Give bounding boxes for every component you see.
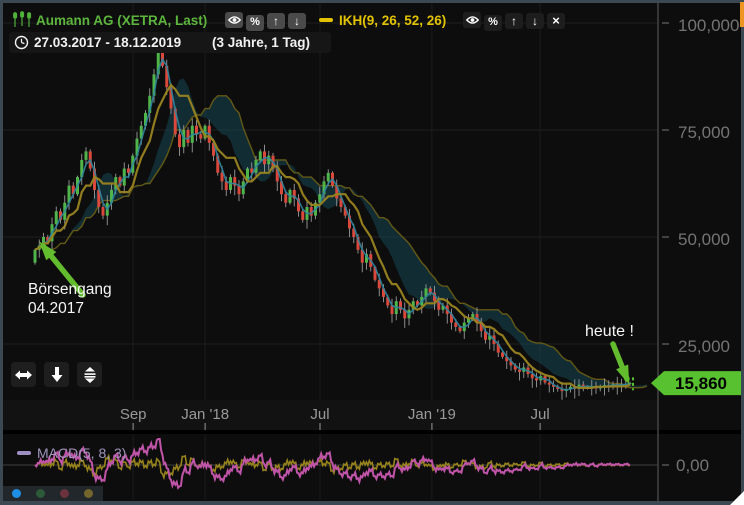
series-dot-1[interactable] [36, 489, 45, 498]
x-axis-label: Jan '18 [181, 406, 229, 423]
arrow-up-button[interactable]: ↑ [267, 13, 285, 29]
period-info: (3 Jahre, 1 Tag) [212, 35, 310, 50]
series-dot-2[interactable] [60, 489, 69, 498]
chart-window: 15,860 Aumann AG (XETRA, Last) %↑↓ IKH(9… [0, 0, 744, 505]
arrow-down-button[interactable]: ↓ [288, 13, 306, 29]
indicator-button-group: %↑↓× [463, 12, 568, 31]
x-axis-label: Jul [531, 406, 550, 423]
macd-label: MACD(5, 8, 3) [37, 445, 126, 461]
svg-text:15,860: 15,860 [675, 374, 727, 393]
series-color-dots [3, 486, 103, 501]
eye-button[interactable] [225, 12, 243, 28]
x-axis-label: Jul [310, 406, 329, 423]
arrow-up-button[interactable]: ↑ [505, 13, 523, 29]
y-axis-label: 25,000 [678, 337, 730, 357]
macd-zero-label: 0,00 [676, 456, 709, 476]
x-axis-label: Sep [120, 406, 147, 423]
move-down-button[interactable] [44, 362, 69, 387]
ipo-annotation-line2: 04.2017 [28, 300, 84, 318]
date-range: 27.03.2017 - 18.12.2019 [34, 35, 181, 50]
indicator-title: IKH(9, 26, 52, 26) [339, 13, 446, 28]
chart-canvas[interactable]: 15,860 [3, 3, 741, 501]
fit-vertical-button[interactable] [77, 362, 102, 387]
y-axis-label: 100,000 [678, 16, 739, 36]
x-axis-label: Jan '19 [408, 406, 456, 423]
indicator-swatch [319, 18, 333, 22]
expand-horizontal-button[interactable] [11, 362, 36, 387]
link-button[interactable]: % [246, 15, 264, 31]
series-dot-3[interactable] [84, 489, 93, 498]
ipo-annotation-line1: Börsengang [28, 281, 112, 299]
instrument-title: Aumann AG (XETRA, Last) [36, 13, 207, 28]
close-button[interactable]: × [547, 13, 565, 29]
right-border-accent [740, 2, 744, 27]
y-axis-label: 50,000 [678, 230, 730, 250]
eye-button[interactable] [463, 12, 481, 28]
instrument-candles-icon [12, 11, 32, 33]
instrument-button-group: %↑↓ [225, 12, 309, 31]
macd-swatch [17, 451, 31, 455]
chart-content: 15,860 Aumann AG (XETRA, Last) %↑↓ IKH(9… [3, 3, 741, 501]
series-dot-0[interactable] [12, 489, 21, 498]
arrow-down-button[interactable]: ↓ [526, 13, 544, 29]
today-annotation: heute ! [585, 323, 634, 341]
y-axis-label: 75,000 [678, 123, 730, 143]
window-resize-grip[interactable] [730, 491, 744, 505]
link-button[interactable]: % [484, 15, 502, 31]
clock-icon [14, 35, 29, 55]
